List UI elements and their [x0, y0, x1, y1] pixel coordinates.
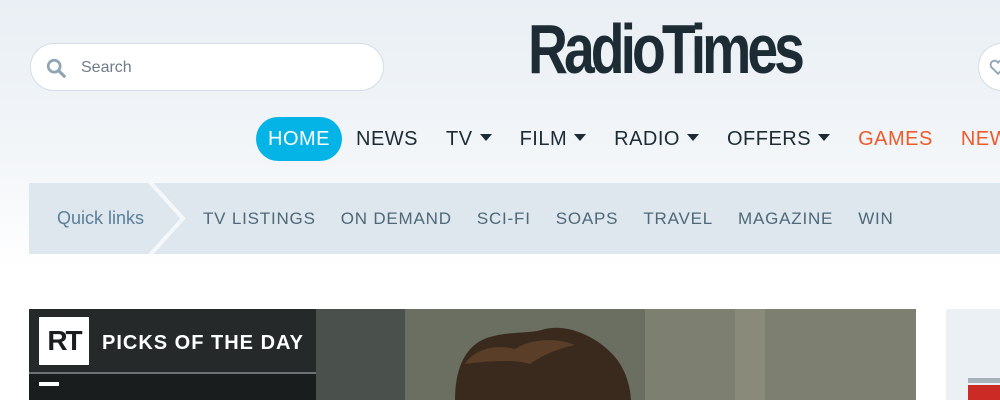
nav-item-label: TV — [446, 128, 473, 150]
nav-item-new[interactable]: NEW — [961, 117, 1000, 161]
chevron-down-icon — [479, 134, 492, 141]
quick-link-sci-fi[interactable]: SCI-FI — [477, 183, 531, 254]
picks-panel[interactable]: RT PICKS OF THE DAY — [29, 309, 316, 400]
chevron-down-icon — [574, 134, 587, 141]
picks-header: RT PICKS OF THE DAY — [29, 309, 316, 372]
sidebar-panel[interactable] — [946, 309, 1000, 400]
chevron-down-icon — [818, 134, 831, 141]
search-box[interactable] — [30, 43, 384, 91]
sidebar-thumbnail — [968, 385, 1000, 400]
main-nav: HOME NEWS TV FILM RADIO OFFERS GAMES NEW — [256, 117, 1000, 161]
hero-image — [315, 309, 916, 400]
nav-item-games[interactable]: GAMES — [858, 117, 933, 161]
picks-divider — [29, 372, 316, 374]
quick-links-list: TV LISTINGS ON DEMAND SCI-FI SOAPS TRAVEL MAG… — [203, 183, 919, 254]
nav-item-film[interactable]: FILM — [520, 117, 587, 161]
hero-carousel[interactable]: RT PICKS OF THE DAY — [29, 309, 916, 400]
picks-next-item-text — [39, 382, 59, 386]
chevron-right-icon — [148, 183, 186, 254]
nav-item-news[interactable]: NEWS — [356, 117, 418, 161]
site-logo[interactable]: RadioTimes — [528, 9, 805, 89]
heart-icon — [989, 59, 1000, 76]
quick-link-tv-listings[interactable]: TV LISTINGS — [203, 183, 316, 254]
search-icon — [46, 58, 66, 78]
chevron-down-icon — [686, 134, 699, 141]
nav-item-offers[interactable]: OFFERS — [726, 117, 831, 161]
quick-link-on-demand[interactable]: ON DEMAND — [341, 183, 452, 254]
quick-link-magazine[interactable]: MAGAZINE — [738, 183, 833, 254]
quick-link-travel[interactable]: TRAVEL — [643, 183, 713, 254]
nav-item-label: OFFERS — [726, 128, 812, 150]
quick-link-win[interactable]: WIN — [858, 183, 893, 254]
nav-item-radio[interactable]: RADIO — [614, 117, 699, 161]
quick-link-soaps[interactable]: SOAPS — [556, 183, 619, 254]
quick-links-bar: Quick links TV LISTINGS ON DEMAND SCI-FI SO… — [29, 183, 1000, 254]
nav-item-home[interactable]: HOME — [256, 117, 342, 161]
picks-title: PICKS OF THE DAY — [102, 332, 304, 354]
nav-item-label: FILM — [519, 128, 568, 150]
nav-item-label: RADIO — [614, 128, 680, 150]
rt-logo: RT — [39, 317, 89, 365]
quick-links-label: Quick links — [57, 208, 145, 228]
nav-item-tv[interactable]: TV — [446, 117, 492, 161]
channel-logo — [968, 378, 1000, 383]
account-button[interactable] — [978, 43, 1000, 91]
search-input[interactable] — [79, 55, 373, 81]
